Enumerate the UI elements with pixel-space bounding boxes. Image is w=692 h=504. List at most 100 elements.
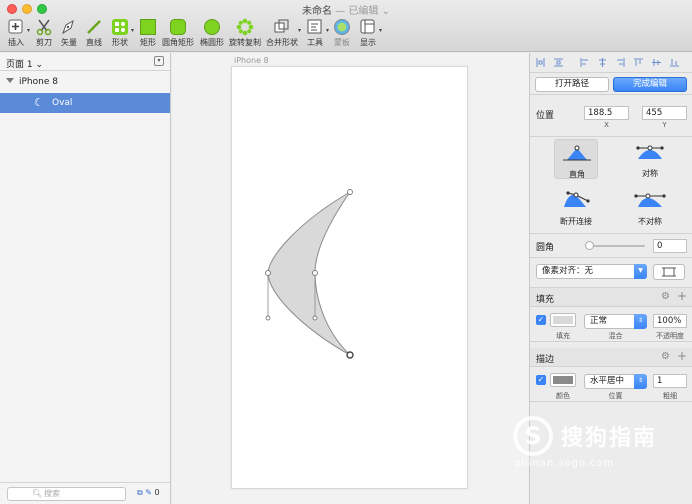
oval-icon (204, 19, 220, 35)
selection-count: 0 (154, 488, 160, 497)
align-top-icon[interactable] (634, 58, 643, 67)
toggle-pages-icon[interactable]: ▾ (154, 56, 164, 66)
combine-shapes-icon (274, 19, 289, 33)
open-path-button[interactable]: 打开路径 (535, 77, 609, 92)
mask-icon (334, 19, 350, 35)
rectangle-icon (140, 19, 156, 35)
anchor-point[interactable] (265, 270, 271, 276)
vector-tool[interactable]: 矢量 (58, 18, 80, 50)
pixel-snap-select[interactable]: 像素对齐：无 ▼ (536, 264, 647, 279)
layers-sidebar: 页面 1 ⌄ ▾ iPhone 8 ☾ Oval 🔍︎ 搜索 ⧉ ✎ 0 (0, 53, 171, 504)
inspector-panel: 打开路径 完成编辑 位置 188.5 X 455 Y 直角 对称 断开连接 不对… (529, 53, 692, 504)
distribute-vertical-icon[interactable] (554, 58, 563, 67)
disclosure-triangle-icon[interactable] (6, 78, 14, 83)
frame-icon (662, 267, 676, 277)
pencil-icon[interactable]: ✎ (145, 488, 152, 497)
border-enabled-checkbox[interactable]: ✓ (536, 375, 546, 385)
copy-icon[interactable]: ⧉ (137, 488, 143, 497)
layer-artboard[interactable]: iPhone 8 (0, 72, 170, 92)
corner-disconnected-button[interactable]: 断开连接 (554, 187, 598, 227)
crescent-moon-icon: ☾ (34, 96, 44, 109)
corner-mirrored-button[interactable]: 对称 (628, 139, 672, 179)
combine-shapes-tool[interactable]: ▾ 合并形状 (266, 18, 301, 50)
alignment-toolbar (530, 53, 692, 73)
position-section: 位置 188.5 X 455 Y (530, 99, 692, 137)
rounded-rectangle-tool[interactable]: 圆角矩形 (162, 18, 194, 50)
layer-search-input[interactable]: 🔍︎ 搜索 (7, 487, 126, 501)
straight-corner-icon (563, 145, 591, 161)
sidebar-tools: ⧉ ✎ 0 (137, 488, 160, 498)
control-handle[interactable] (265, 315, 271, 321)
canvas[interactable]: iPhone 8 (172, 53, 529, 504)
align-center-vertical-icon[interactable] (652, 58, 661, 67)
fill-header: 填充 ⚙ + (530, 288, 692, 307)
stepper-icon: ⇕ (634, 374, 647, 389)
scissors-icon (36, 19, 52, 36)
border-width-field[interactable]: 1 (653, 374, 687, 388)
anchor-point[interactable] (312, 270, 318, 276)
fill-color-swatch[interactable] (550, 313, 576, 327)
border-settings-gear-icon[interactable]: ⚙ (661, 351, 670, 362)
shape-tool[interactable]: ▾ 形状 (109, 18, 134, 50)
align-bottom-icon[interactable] (670, 58, 679, 67)
fill-opacity-field[interactable]: 100% (653, 314, 687, 328)
rotate-copy-icon (236, 18, 254, 36)
border-header: 描边 ⚙ + (530, 348, 692, 367)
border-row: ✓ 颜色 水平居中 ⇕ 位置 1 粗细 (530, 367, 692, 402)
border-color-swatch[interactable] (550, 373, 576, 387)
rounded-rectangle-icon (170, 19, 186, 35)
control-handle[interactable] (312, 315, 318, 321)
tools-tool[interactable]: ▾ 工具 (304, 18, 329, 50)
line-icon (87, 20, 101, 34)
y-field[interactable]: 455 (642, 106, 687, 120)
add-fill-icon[interactable]: + (677, 289, 687, 303)
plus-box-icon (8, 19, 23, 34)
anchor-point[interactable] (347, 189, 353, 195)
fill-row: ✓ 填充 正常 ⇕ 混合 100% 不透明度 (530, 307, 692, 342)
align-left-icon[interactable] (580, 58, 589, 67)
fill-settings-gear-icon[interactable]: ⚙ (661, 291, 670, 302)
scissors-tool[interactable]: 剪刀 (33, 18, 55, 50)
search-icon: 🔍︎ (32, 489, 43, 498)
radius-section: 圆角 0 (530, 234, 692, 258)
crescent-shape[interactable] (172, 53, 529, 504)
shapes-icon (112, 19, 128, 35)
tools-icon (307, 19, 322, 34)
path-edit-buttons: 打开路径 完成编辑 (530, 73, 692, 95)
radius-field[interactable]: 0 (653, 239, 687, 253)
toolbar: 未命名 — 已编辑 ⌄ ▾ 插入 剪刀 矢量 直线 ▾ 形状 矩形 圆角矩形 椭… (0, 0, 692, 52)
corner-asymmetric-button[interactable]: 不对称 (628, 187, 672, 227)
window-title: 未命名 — 已编辑 ⌄ (302, 6, 390, 17)
line-tool[interactable]: 直线 (83, 18, 105, 50)
pen-icon (62, 19, 74, 35)
insert-tool[interactable]: ▾ 插入 (5, 18, 30, 50)
add-border-icon[interactable]: + (677, 349, 687, 363)
selected-anchor-point[interactable] (346, 351, 354, 359)
rectangle-tool[interactable]: 矩形 (137, 18, 159, 50)
finish-editing-button[interactable]: 完成编辑 (613, 77, 687, 92)
corner-type-section: 直角 对称 断开连接 不对称 (530, 137, 692, 234)
view-tool[interactable]: ▾ 显示 (357, 18, 382, 50)
rotate-copy-tool[interactable]: 旋转复制 (229, 18, 261, 50)
fill-enabled-checkbox[interactable]: ✓ (536, 315, 546, 325)
disconnected-corner-icon (564, 191, 590, 207)
distribute-horizontal-icon[interactable] (536, 58, 545, 67)
border-position-select[interactable]: 水平居中 ⇕ (584, 374, 647, 389)
asymmetric-corner-icon (634, 193, 666, 207)
fill-blend-select[interactable]: 正常 ⇕ (584, 314, 647, 329)
radius-slider[interactable] (587, 245, 645, 247)
mirrored-corner-icon (636, 145, 664, 159)
align-center-horizontal-icon[interactable] (598, 58, 607, 67)
layer-oval[interactable]: ☾ Oval (0, 93, 170, 113)
fit-frame-button[interactable] (653, 264, 685, 280)
oval-tool[interactable]: 椭圆形 (199, 18, 225, 50)
x-field[interactable]: 188.5 (584, 106, 629, 120)
page-selector[interactable]: 页面 1 ⌄ ▾ (0, 53, 170, 71)
corner-straight-button[interactable]: 直角 (554, 139, 598, 179)
view-icon (360, 19, 375, 34)
align-right-icon[interactable] (616, 58, 625, 67)
radius-slider-knob[interactable] (585, 241, 594, 250)
dropdown-arrow-icon: ▼ (634, 264, 647, 279)
sidebar-footer: 🔍︎ 搜索 ⧉ ✎ 0 (0, 482, 170, 504)
mask-tool[interactable]: 蒙板 (331, 18, 353, 50)
